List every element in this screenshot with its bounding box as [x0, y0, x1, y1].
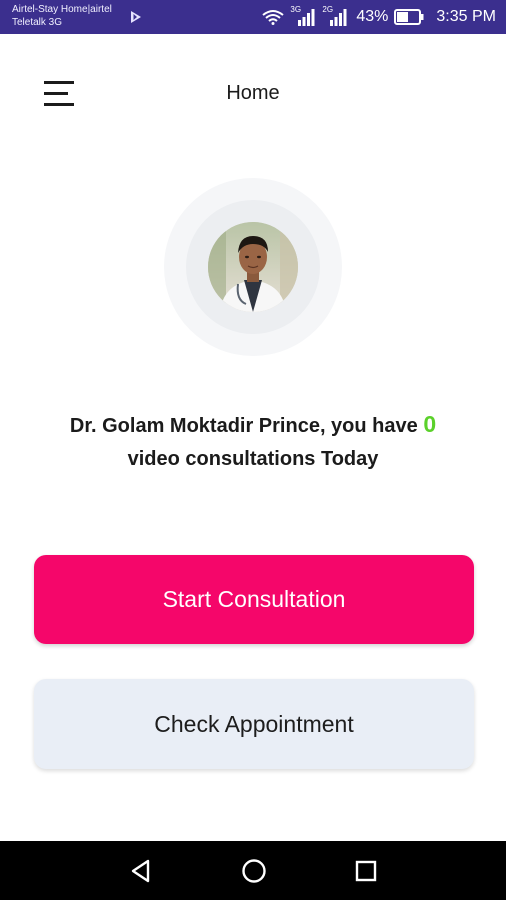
- signal-bars-icon: [330, 9, 347, 26]
- avatar-ring: [164, 178, 342, 356]
- back-icon[interactable]: [126, 856, 156, 886]
- check-appointment-label: Check Appointment: [154, 710, 354, 737]
- carrier-line-1: Airtel-Stay Home|airtel: [12, 4, 112, 15]
- clock: 3:35 PM: [436, 8, 496, 25]
- system-nav-bar: [0, 841, 506, 900]
- avatar[interactable]: [208, 222, 298, 312]
- home-icon[interactable]: [239, 856, 269, 886]
- app-bar: Home: [0, 34, 506, 154]
- battery-icon: [394, 9, 424, 25]
- battery-percent: 43%: [356, 8, 389, 25]
- carrier-line-2: Teletalk 3G: [12, 17, 63, 28]
- carrier-info: Airtel-Stay Home|airtel Teletalk 3G: [12, 3, 112, 29]
- greeting-prefix: Dr. Golam Moktadir Prince, you have: [69, 415, 424, 437]
- page-title: Home: [226, 82, 280, 104]
- signal-1: 3G: [290, 5, 316, 26]
- status-icons: 3G 2G 43% 3:35 PM: [262, 0, 496, 34]
- avatar-ring-inner: [186, 200, 320, 334]
- greeting-suffix: video consultations Today: [127, 448, 379, 470]
- status-bar: Airtel-Stay Home|airtel Teletalk 3G 3G 2…: [0, 0, 506, 34]
- greeting-text: Dr. Golam Moktadir Prince, you have 0 vi…: [0, 408, 506, 476]
- start-consultation-label: Start Consultation: [162, 586, 346, 612]
- start-consultation-button[interactable]: Start Consultation: [34, 555, 474, 644]
- signal-2: 2G: [322, 5, 348, 26]
- play-store-icon: [131, 11, 141, 23]
- wifi-icon: [262, 10, 284, 25]
- signal-bars-icon: [298, 9, 315, 26]
- check-appointment-button[interactable]: Check Appointment: [34, 679, 474, 769]
- consultation-count: 0: [423, 411, 437, 437]
- doctor-portrait: [208, 222, 298, 312]
- recents-icon[interactable]: [351, 856, 381, 886]
